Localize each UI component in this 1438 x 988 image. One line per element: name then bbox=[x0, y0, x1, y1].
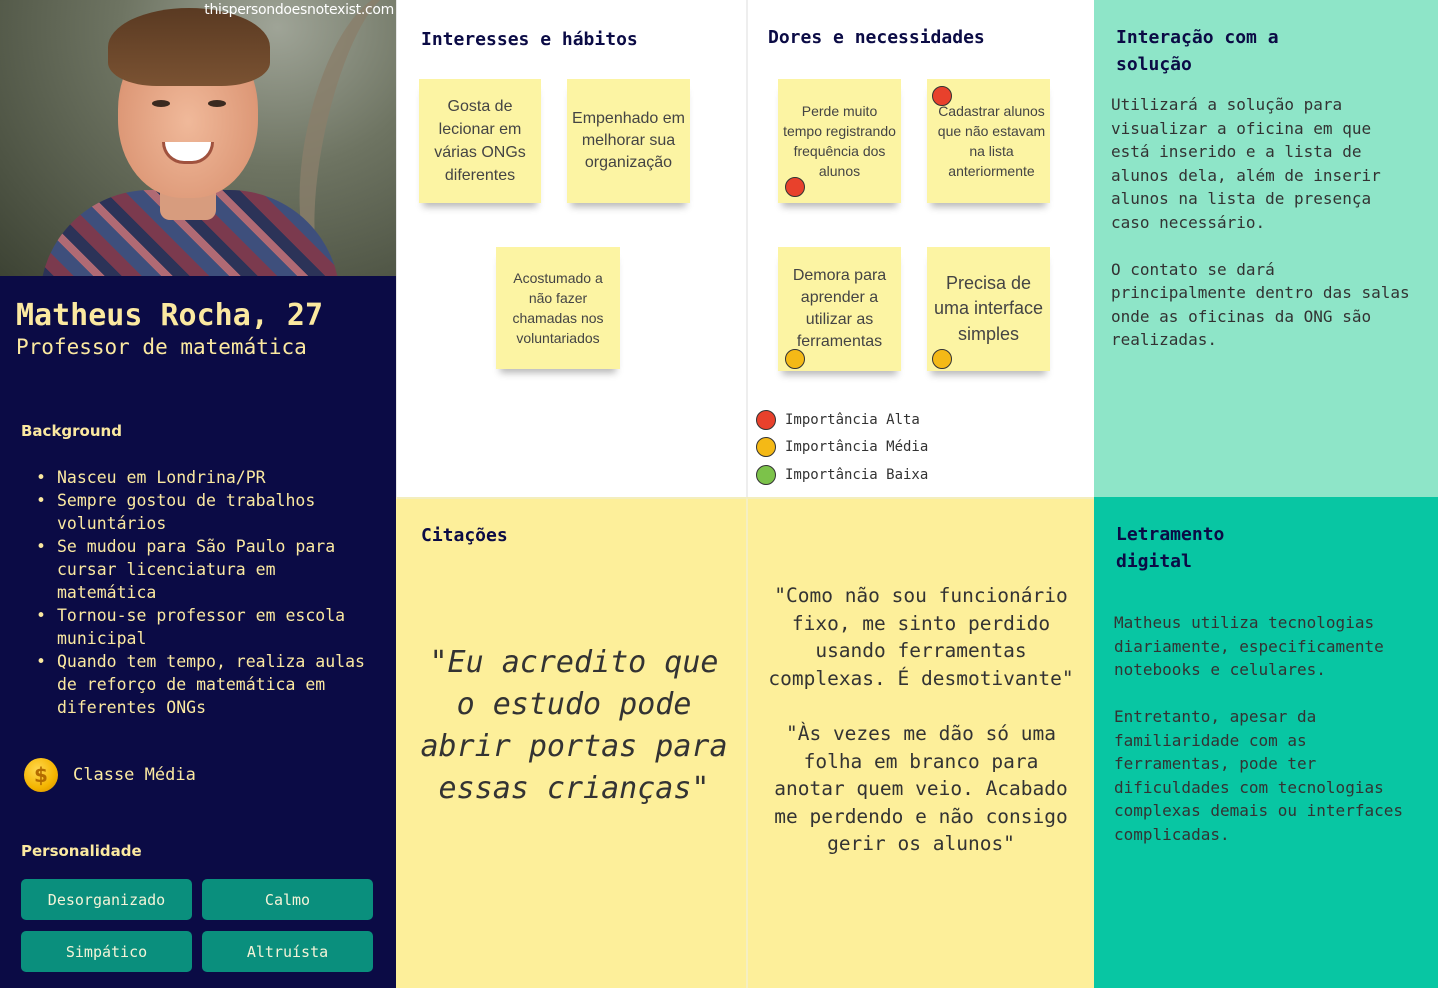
background-item: Tornou-se professor em escola municipal bbox=[36, 604, 376, 650]
legend-medium-dot bbox=[756, 437, 776, 457]
personality-tag: Simpático bbox=[21, 931, 192, 972]
persona-photo: thispersondoesnotexist.com bbox=[0, 0, 396, 276]
sticky-note: Gosta de lecionar em várias ONGs diferen… bbox=[419, 79, 541, 203]
persona-role: Professor de matemática bbox=[16, 335, 307, 359]
background-title: Background bbox=[21, 422, 122, 440]
legend-high: Importância Alta bbox=[756, 410, 920, 430]
personality-tag: Altruísta bbox=[202, 931, 373, 972]
legend-medium-label: Importância Média bbox=[785, 439, 929, 455]
legend-high-dot bbox=[756, 410, 776, 430]
legend-medium: Importância Média bbox=[756, 437, 928, 457]
importance-high-dot bbox=[932, 86, 952, 106]
background-item: Nasceu em Londrina/PR bbox=[36, 466, 376, 489]
persona-name: Matheus Rocha, 27 bbox=[16, 298, 324, 333]
pains-title: Dores e necessidades bbox=[768, 27, 985, 48]
background-list: Nasceu em Londrina/PR Sempre gostou de t… bbox=[36, 466, 376, 719]
background-item: Se mudou para São Paulo para cursar lice… bbox=[36, 535, 376, 604]
sticky-note: Empenhado em melhorar sua organização bbox=[567, 79, 690, 203]
importance-high-dot bbox=[785, 177, 805, 197]
main-quote: "Eu acredito que o estudo pode abrir por… bbox=[420, 645, 728, 806]
importance-medium-dot bbox=[932, 349, 952, 369]
literacy-title: Letramento digital bbox=[1116, 524, 1225, 572]
sticky-note: Acostumado a não fazer chamadas nos volu… bbox=[496, 247, 620, 369]
legend-high-label: Importância Alta bbox=[785, 412, 920, 428]
social-class: $ Classe Média bbox=[24, 758, 196, 792]
personality-tag: Desorganizado bbox=[21, 879, 192, 920]
interaction-title: Interação com a solução bbox=[1116, 27, 1279, 75]
background-item: Sempre gostou de trabalhos voluntários bbox=[36, 489, 376, 535]
background-item: Quando tem tempo, realiza aulas de refor… bbox=[36, 650, 376, 719]
personality-title: Personalidade bbox=[21, 842, 142, 860]
social-class-label: Classe Média bbox=[73, 765, 196, 785]
quotes-title: Citações bbox=[421, 525, 508, 546]
photo-watermark: thispersondoesnotexist.com bbox=[204, 2, 394, 18]
coin-icon: $ bbox=[24, 758, 58, 792]
persona-panel: thispersondoesnotexist.com Matheus Rocha… bbox=[0, 0, 396, 988]
side-quotes: "Como não sou funcionário fixo, me sinto… bbox=[768, 584, 1074, 856]
literacy-text: Matheus utiliza tecnologias diariamente,… bbox=[1114, 613, 1403, 844]
personality-tag: Calmo bbox=[202, 879, 373, 920]
interests-title: Interesses e hábitos bbox=[421, 29, 638, 50]
legend-low-label: Importância Baixa bbox=[785, 467, 929, 483]
legend-low-dot bbox=[756, 465, 776, 485]
legend-low: Importância Baixa bbox=[756, 465, 928, 485]
interaction-text: Utilizará a solução para visualizar a of… bbox=[1111, 95, 1410, 349]
importance-medium-dot bbox=[785, 349, 805, 369]
